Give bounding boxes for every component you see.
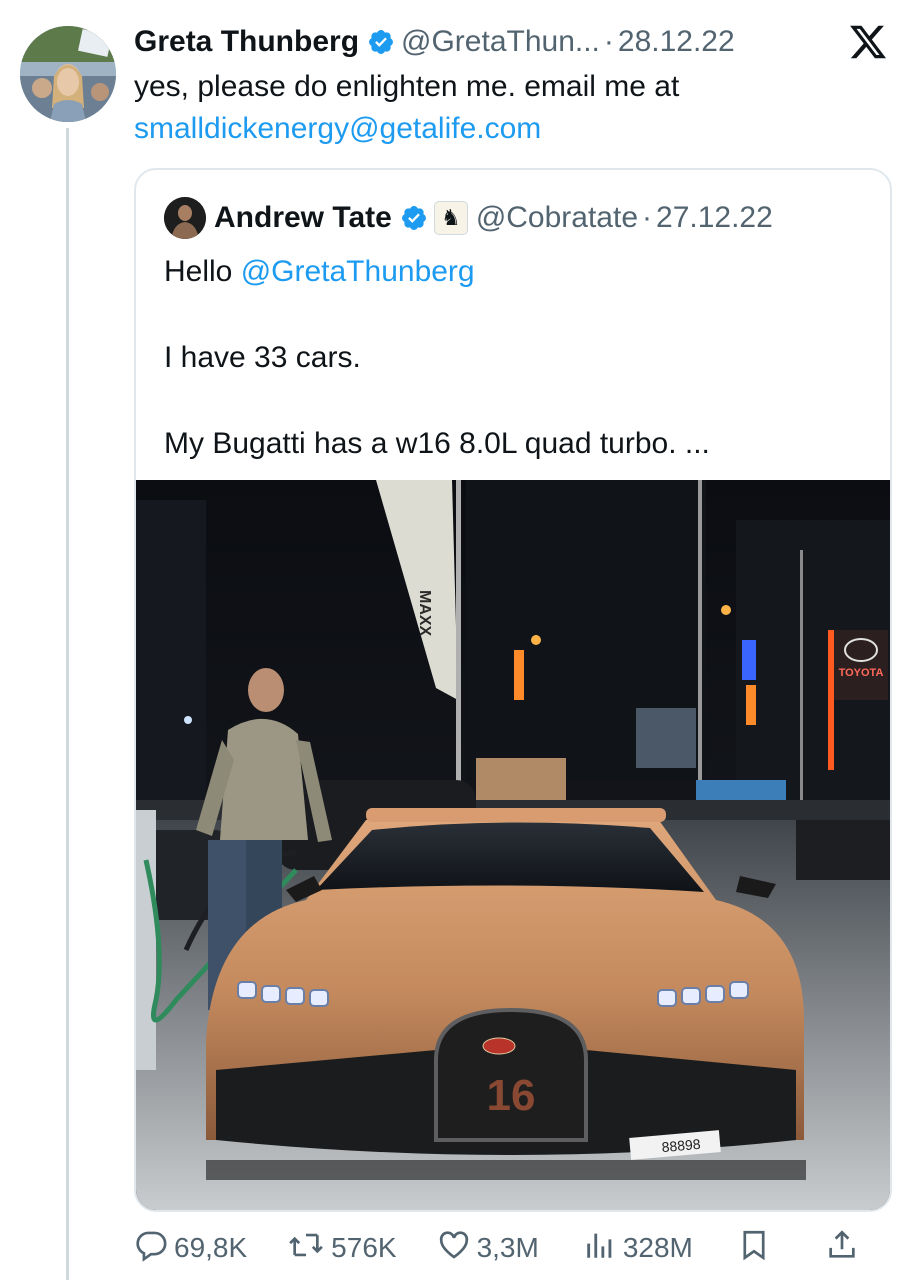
like-count: 3,3M [476, 1232, 539, 1263]
tweet-header: Greta Thunberg @GretaThun... · 28.12.22 [134, 22, 735, 62]
quoted-line-1: Hello @GretaThunberg [164, 250, 864, 293]
verified-badge-icon [367, 28, 395, 56]
quoted-body: Hello @GretaThunberg I have 33 cars. My … [164, 250, 864, 465]
toyota-sign-text: TOYOTA [839, 667, 884, 679]
car-photo[interactable]: MAXX TOYOTA 16 88898 [136, 480, 890, 1210]
thread-line [66, 128, 69, 1280]
tweet-body: yes, please do enlighten me. email me at… [134, 66, 874, 150]
bookmark-icon [737, 1228, 777, 1269]
quoted-line-3: My Bugatti has a w16 8.0L quad turbo. ..… [164, 427, 710, 460]
greta-avatar[interactable] [20, 26, 116, 122]
share-button[interactable] [825, 1228, 865, 1269]
reply-count: 69,8K [174, 1232, 248, 1263]
quoted-line-2: I have 33 cars. [164, 341, 361, 374]
knight-icon: ♞ [433, 201, 468, 235]
author-name[interactable]: Greta Thunberg [134, 25, 359, 59]
like-icon [437, 1228, 477, 1269]
email-link[interactable]: smalldickenergy@getalife.com [134, 108, 874, 150]
quoted-handle[interactable]: @Cobratate [476, 201, 638, 235]
separator: · [603, 25, 614, 58]
retweet-icon [287, 1228, 331, 1269]
retweet-button[interactable]: 576K [287, 1228, 397, 1269]
views-count: 328M [622, 1232, 693, 1263]
quoted-date[interactable]: 27.12.22 [656, 201, 773, 235]
views-button[interactable]: 328M [583, 1228, 693, 1269]
banner-text: MAXX [416, 590, 433, 637]
verified-badge-icon [400, 204, 428, 232]
quoted-author-name[interactable]: Andrew Tate [214, 201, 392, 235]
greeting-text: Hello [164, 255, 241, 288]
reply-button[interactable]: 69,8K [134, 1228, 247, 1269]
quoted-header: Andrew Tate ♞ @Cobratate · 27.12.22 [164, 196, 773, 240]
x-logo-icon[interactable] [848, 22, 888, 62]
author-handle[interactable]: @GretaThun... [401, 25, 600, 59]
views-icon [583, 1228, 623, 1269]
tate-avatar[interactable] [164, 197, 206, 239]
quoted-tweet[interactable]: Andrew Tate ♞ @Cobratate · 27.12.22 Hell… [134, 168, 892, 1212]
mention-link[interactable]: @GretaThunberg [241, 255, 475, 288]
plate-number: 88898 [661, 1136, 701, 1155]
reply-icon [134, 1228, 174, 1269]
separator: · [642, 201, 653, 234]
tweet-text-line: yes, please do enlighten me. email me at [134, 70, 680, 103]
share-icon [825, 1228, 865, 1269]
bookmark-button[interactable] [737, 1228, 777, 1269]
grille-number: 16 [487, 1071, 536, 1120]
like-button[interactable]: 3,3M [437, 1228, 539, 1269]
retweet-count: 576K [331, 1232, 397, 1263]
action-bar: 69,8K 576K 3,3M 328M [134, 1226, 888, 1270]
tweet-date[interactable]: 28.12.22 [618, 25, 735, 59]
